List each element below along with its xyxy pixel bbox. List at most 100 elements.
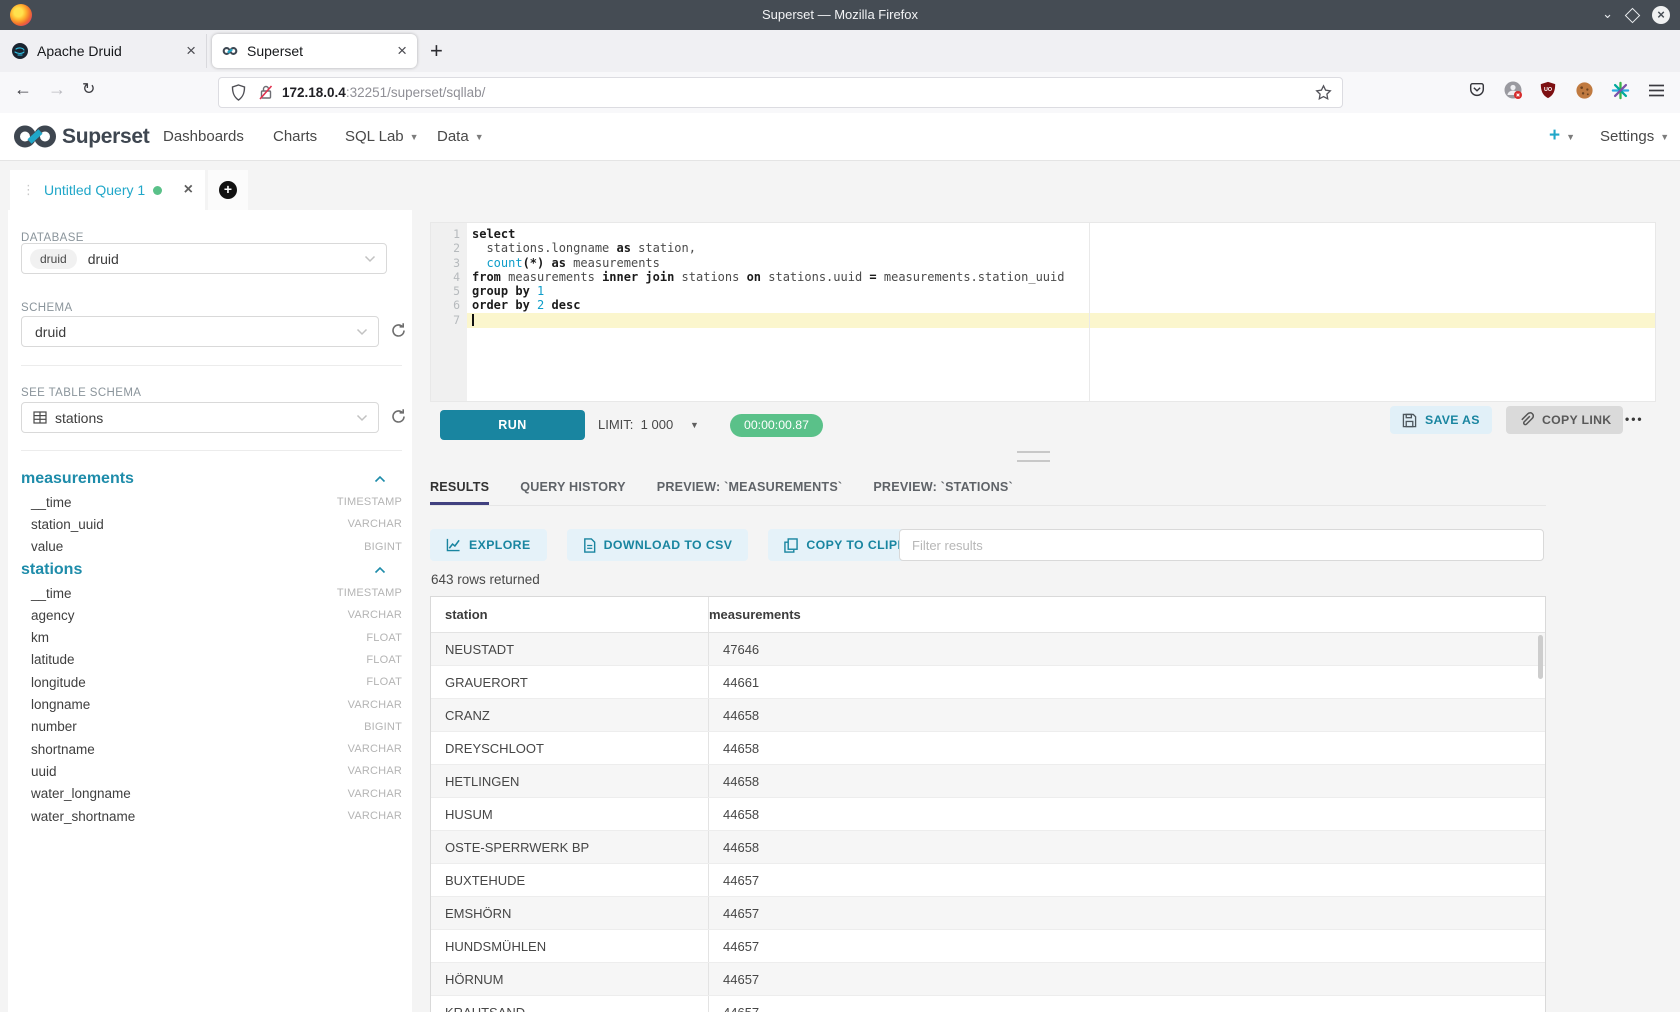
column-type: BIGINT [364,541,402,553]
save-as-button[interactable]: SAVE AS [1390,406,1492,434]
browser-tab-superset[interactable]: Superset × [212,34,417,68]
cell-station: HUNDSMÜHLEN [431,939,708,954]
table-row: DREYSCHLOOT44658 [431,731,1545,764]
line-number: 7 [431,313,467,327]
consent-blocker-icon[interactable] [1610,80,1630,100]
chevron-up-icon[interactable] [374,475,386,483]
text-cursor [472,314,474,326]
table-row: CRANZ44658 [431,698,1545,731]
superset-logo-icon[interactable] [12,123,58,150]
cookie-icon[interactable] [1574,80,1594,100]
csv-file-icon [583,538,596,553]
more-options-icon[interactable]: ••• [1625,406,1644,434]
refresh-schema-icon[interactable] [390,322,408,340]
nav-charts[interactable]: Charts [273,113,317,160]
sql-editor[interactable]: 1234567 select stations.longname as stat… [430,222,1656,402]
cell-station: CRANZ [431,708,708,723]
code-line: order by 2 desc [467,298,1655,312]
column-name: water_longname [31,786,131,801]
settings-menu[interactable]: Settings▼ [1600,113,1669,160]
table-row: NEUSTADT47646 [431,633,1545,665]
tab-close-icon[interactable]: × [397,43,407,59]
column-header-measurements[interactable]: measurements [709,607,801,622]
cell-station: DREYSCHLOOT [431,741,708,756]
results-tab[interactable]: PREVIEW: `STATIONS` [873,470,1013,505]
table-section-header[interactable]: stations [21,558,404,582]
database-select[interactable]: druid druid [21,243,387,274]
schema-select[interactable]: druid [21,316,379,347]
database-tag: druid [30,249,77,269]
chevron-down-icon[interactable]: ▼ [690,410,699,440]
account-extension-icon[interactable] [1503,80,1523,100]
pane-resize-handle[interactable] [1017,451,1050,462]
table-schema-select[interactable]: stations [21,402,379,433]
nav-sql-lab[interactable]: SQL Lab▼ [345,113,419,160]
nav-dashboards[interactable]: Dashboards [163,113,244,160]
new-tab-button[interactable]: + [430,38,443,64]
drag-handle-icon[interactable]: ⋮ [22,182,35,198]
cell-measurements: 47646 [708,633,1545,665]
cell-station: HUSUM [431,807,708,822]
run-button[interactable]: RUN [440,410,585,440]
chevron-down-icon: ▼ [1566,115,1575,160]
back-icon[interactable]: ← [14,79,32,100]
insecure-lock-icon[interactable] [258,84,274,101]
results-tabs: RESULTS QUERY HISTORY PREVIEW: `MEASUREMEN… [430,470,1546,506]
table-row: BUXTEHUDE44657 [431,863,1545,896]
table-row: HÖRNUM44657 [431,962,1545,995]
chevron-up-icon[interactable] [374,566,386,574]
query-tab[interactable]: ⋮ Untitled Query 1 × [10,170,205,210]
table-row: HUSUM44658 [431,797,1545,830]
refresh-tables-icon[interactable] [390,408,408,426]
results-tab[interactable]: RESULTS [430,470,489,505]
limit-dropdown[interactable]: LIMIT: 1 000 [598,410,673,440]
reload-icon[interactable]: ↻ [82,79,95,99]
filter-results-input[interactable] [899,529,1544,561]
window-close-icon[interactable]: × [1652,6,1670,24]
cell-station: OSTE-SPERRWERK BP [431,840,708,855]
column-type: VARCHAR [348,788,402,800]
new-item-button[interactable]: +▼ [1549,113,1575,160]
bookmark-star-icon[interactable] [1315,84,1332,101]
forward-icon[interactable]: → [48,79,66,100]
tab-close-icon[interactable]: × [186,43,196,59]
hamburger-menu-icon[interactable] [1646,80,1666,100]
browser-tab-label: Superset [247,43,303,59]
column-header-station[interactable]: station [431,607,708,622]
editor-lines: select stations.longname as station, cou… [467,227,1655,327]
browser-tab-druid[interactable]: Apache Druid × [0,34,207,68]
column-name: uuid [31,764,57,779]
results-tab[interactable]: QUERY HISTORY [520,470,625,505]
code-line: count(*) as measurements [467,256,1655,270]
window-menu-chevron-icon[interactable]: ⌄ [1602,6,1613,22]
pocket-icon[interactable] [1467,80,1487,100]
browser-tab-label: Apache Druid [37,43,122,59]
elapsed-timer-badge: 00:00:00.87 [730,414,823,437]
ublock-icon[interactable]: UO [1538,80,1558,100]
results-table: station measurements NEUSTADT47646GRAUER… [430,596,1546,1012]
cell-station: EMSHÖRN [431,906,708,921]
results-tab[interactable]: PREVIEW: `MEASUREMENTS` [657,470,843,505]
nav-data[interactable]: Data▼ [437,113,484,160]
cell-measurements: 44657 [708,897,1545,929]
table-scrollbar-thumb[interactable] [1538,635,1543,679]
query-tab-close-icon[interactable]: × [184,181,193,199]
download-csv-button[interactable]: DOWNLOAD TO CSV [567,529,749,561]
editor-code-area[interactable]: select stations.longname as station, cou… [467,223,1655,401]
table-name[interactable]: measurements [21,470,134,488]
browser-toolbar: ← → ↻ 172.18.0.4:32251/superset/sqllab/ … [0,72,1680,114]
column-name: km [31,630,49,645]
druid-favicon [12,43,28,59]
column-type: VARCHAR [348,810,402,822]
column-type: VARCHAR [348,765,402,777]
table-name[interactable]: stations [21,561,82,579]
shield-icon[interactable] [231,84,246,101]
copy-link-button[interactable]: COPY LINK [1506,406,1623,434]
add-query-tab-button[interactable]: + [208,170,248,210]
maximize-icon[interactable] [1625,7,1641,23]
table-section-header[interactable]: measurements [21,467,404,491]
browser-tabbar: Apache Druid × Superset × + [0,30,1680,73]
url-bar[interactable]: 172.18.0.4:32251/superset/sqllab/ [218,77,1343,108]
superset-brand[interactable]: Superset [62,113,149,160]
explore-button[interactable]: EXPLORE [430,529,547,561]
